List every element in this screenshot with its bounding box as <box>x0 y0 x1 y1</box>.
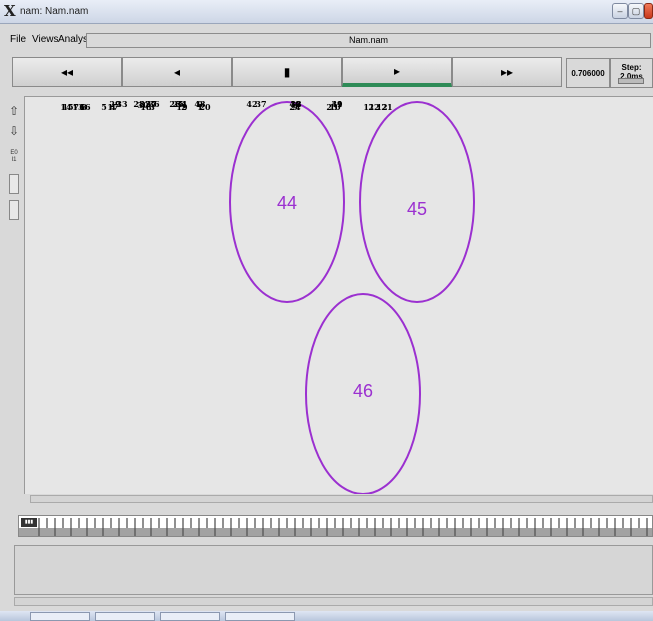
cluster-label: 45 <box>407 199 427 219</box>
network-node[interactable]: 34 <box>175 99 187 109</box>
taskbar-item[interactable] <box>225 612 295 621</box>
network-graph: 44 45461234131415 16 2526272829 30567 8 17 18 19… <box>60 99 475 494</box>
playback-controls: ◂◂ ◂ ▮ ▸ ▸▸ <box>0 54 653 94</box>
svg-text:34: 34 <box>175 99 187 109</box>
annotation-panel <box>14 545 653 595</box>
title-bar: X nam: Nam.nam – ▢ <box>0 0 653 24</box>
network-node[interactable]: 8 <box>81 102 87 112</box>
svg-text:40: 40 <box>289 99 301 109</box>
svg-text:0: 0 <box>197 99 203 109</box>
left-slider-top[interactable] <box>9 174 19 194</box>
svg-text:41: 41 <box>331 99 342 109</box>
network-node[interactable]: 15 <box>62 102 73 112</box>
svg-text:5: 5 <box>101 102 107 112</box>
svg-text:15: 15 <box>62 102 73 112</box>
cluster-label: 44 <box>277 193 297 213</box>
network-node[interactable]: 41 <box>331 99 342 109</box>
timeline[interactable]: ▮▮▮ <box>18 515 653 537</box>
cluster-label: 46 <box>353 381 373 401</box>
maximize-button[interactable]: ▢ <box>628 3 644 19</box>
step-slider[interactable] <box>618 78 644 84</box>
taskbar-item[interactable] <box>95 612 155 621</box>
network-node[interactable]: 22 <box>368 102 379 112</box>
network-node[interactable]: 21 <box>381 102 392 112</box>
network-node[interactable]: 5 <box>101 102 107 112</box>
left-toolbar: ⇧ ⇩ E0 I1 <box>6 96 22 494</box>
network-node[interactable]: 7 <box>73 102 79 112</box>
fast-rewind-button[interactable]: ◂◂ <box>12 57 122 87</box>
zoom-in-icon[interactable]: ⇧ <box>6 104 22 118</box>
menu-file[interactable]: File <box>10 34 26 45</box>
svg-text:33: 33 <box>116 99 128 109</box>
file-name-label: Nam.nam <box>86 33 651 48</box>
svg-text:7: 7 <box>73 102 79 112</box>
window-title: nam: Nam.nam <box>20 6 89 17</box>
play-button[interactable]: ▸ <box>342 57 452 87</box>
taskbar-item[interactable] <box>160 612 220 621</box>
network-node[interactable]: 40 <box>289 99 301 109</box>
timeline-ticks <box>19 518 652 536</box>
network-canvas[interactable]: 44 45 46 1 2 3 4 13 14 15 16 25 26 27 28 29 30 5 6 7 8 17 18 19… <box>24 96 653 494</box>
fast-forward-button[interactable]: ▸▸ <box>452 57 562 87</box>
minimize-button[interactable]: – <box>612 3 628 19</box>
taskbar <box>0 611 653 621</box>
network-node[interactable]: 0 <box>197 99 203 109</box>
taskbar-item[interactable] <box>30 612 90 621</box>
panel-scrollbar[interactable] <box>14 597 653 606</box>
svg-text:21: 21 <box>381 102 392 112</box>
nam-window: X nam: Nam.nam – ▢ File Views Analysis N… <box>0 0 653 621</box>
svg-text:36: 36 <box>148 99 160 109</box>
edit-icon[interactable]: E0 I1 <box>6 150 22 164</box>
svg-text:8: 8 <box>81 102 87 112</box>
timeline-thumb[interactable]: ▮▮▮ <box>21 518 37 527</box>
stop-button[interactable]: ▮ <box>232 57 342 87</box>
menu-views[interactable]: Views <box>32 34 59 45</box>
x-logo-icon: X <box>4 2 16 20</box>
horizontal-scrollbar[interactable] <box>30 495 653 503</box>
svg-text:22: 22 <box>368 102 379 112</box>
zoom-out-icon[interactable]: ⇩ <box>6 124 22 138</box>
network-node[interactable]: 33 <box>116 99 128 109</box>
current-time: 0.706000 <box>566 58 610 88</box>
close-button[interactable] <box>644 3 653 19</box>
network-node[interactable]: 42 <box>246 99 257 109</box>
left-slider-bottom[interactable] <box>9 200 19 220</box>
timeline-track <box>19 528 652 536</box>
rewind-button[interactable]: ◂ <box>122 57 232 87</box>
network-node[interactable]: 36 <box>148 99 160 109</box>
svg-text:42: 42 <box>246 99 257 109</box>
